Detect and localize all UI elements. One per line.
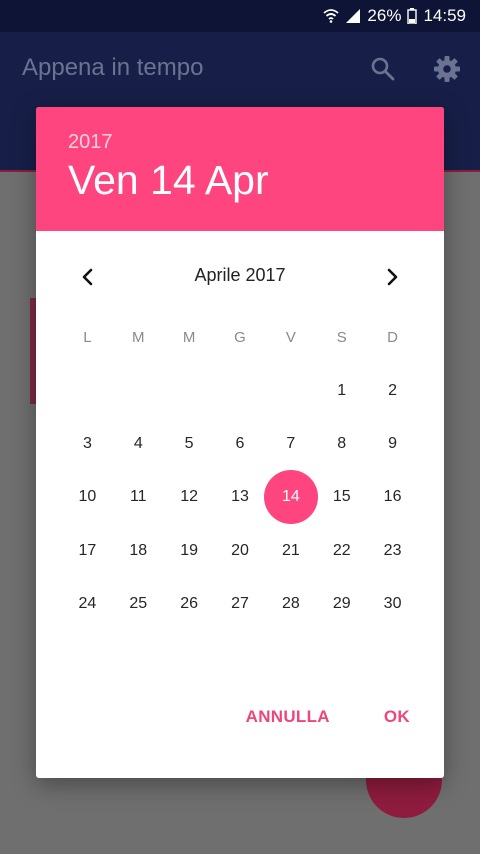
day-number: 22 <box>332 541 351 559</box>
status-bar: 26% 14:59 <box>0 0 480 32</box>
day-number: 5 <box>184 435 194 453</box>
day-number: 8 <box>337 435 347 453</box>
day-cell[interactable]: 24 <box>62 578 113 631</box>
day-blank <box>113 364 164 417</box>
day-cell[interactable]: 12 <box>164 471 215 524</box>
day-cell[interactable]: 1 <box>316 364 367 417</box>
dialog-actions: ANNULLA OK <box>246 707 410 727</box>
weekday-label: S <box>336 328 347 346</box>
month-navigation: Aprile 2017 <box>36 255 444 299</box>
day-number: 23 <box>383 541 402 559</box>
day-cell-selected[interactable]: 14 <box>265 471 316 524</box>
chevron-right-icon[interactable] <box>372 257 412 297</box>
weekday-label: D <box>387 328 398 346</box>
day-cell[interactable]: 9 <box>367 417 418 470</box>
header-year[interactable]: 2017 <box>68 131 113 154</box>
wifi-icon <box>323 8 340 24</box>
day-number: 16 <box>383 488 402 506</box>
ok-button[interactable]: OK <box>384 707 410 727</box>
day-number: 15 <box>332 488 351 506</box>
day-cell[interactable]: 15 <box>316 471 367 524</box>
day-cell[interactable]: 19 <box>164 524 215 577</box>
header-selected-date[interactable]: Ven 14 Apr <box>68 157 269 204</box>
day-number: 19 <box>180 541 199 559</box>
day-cell[interactable]: 4 <box>113 417 164 470</box>
weekday-label: L <box>83 328 92 346</box>
day-number: 11 <box>129 488 147 506</box>
day-number: 7 <box>286 435 296 453</box>
day-blank <box>164 364 215 417</box>
day-number: 28 <box>281 595 300 613</box>
clock: 14:59 <box>423 6 466 25</box>
day-cell[interactable]: 21 <box>265 524 316 577</box>
day-blank <box>215 364 266 417</box>
day-cell[interactable]: 11 <box>113 471 164 524</box>
battery-icon <box>407 8 418 24</box>
day-number: 27 <box>231 595 249 613</box>
day-number: 24 <box>78 595 97 613</box>
day-number: 18 <box>129 541 148 559</box>
day-cell[interactable]: 25 <box>113 578 164 631</box>
search-icon[interactable] <box>366 52 400 86</box>
day-number: 10 <box>78 488 97 506</box>
day-cell[interactable]: 17 <box>62 524 113 577</box>
day-cell[interactable]: 6 <box>215 417 266 470</box>
day-cell[interactable]: 16 <box>367 471 418 524</box>
day-number: 14 <box>281 488 300 506</box>
day-cell[interactable]: 26 <box>164 578 215 631</box>
day-cell[interactable]: 18 <box>113 524 164 577</box>
day-cell[interactable]: 5 <box>164 417 215 470</box>
day-cell[interactable]: 10 <box>62 471 113 524</box>
day-number: 26 <box>180 595 199 613</box>
day-number: 13 <box>231 488 249 506</box>
day-number: 1 <box>337 381 347 399</box>
day-cell[interactable]: 3 <box>62 417 113 470</box>
signal-icon <box>345 8 361 24</box>
app-title: Appena in tempo <box>22 54 204 81</box>
day-cell[interactable]: 27 <box>215 578 266 631</box>
day-cell[interactable]: 29 <box>316 578 367 631</box>
day-number: 2 <box>388 381 398 399</box>
day-number: 21 <box>281 541 300 559</box>
day-number: 12 <box>180 488 199 506</box>
date-picker-header: 2017 Ven 14 Apr <box>36 107 444 231</box>
cancel-button[interactable]: ANNULLA <box>246 707 330 727</box>
gear-icon[interactable] <box>430 52 464 86</box>
weekday-label: M <box>182 328 196 346</box>
day-number: 20 <box>231 541 249 559</box>
day-cell[interactable]: 2 <box>367 364 418 417</box>
day-number: 25 <box>129 595 148 613</box>
weekday-label: G <box>234 328 246 346</box>
battery-percent: 26% <box>367 6 402 25</box>
weekday-label: V <box>285 328 296 346</box>
day-cell[interactable]: 22 <box>316 524 367 577</box>
day-cell[interactable]: 28 <box>265 578 316 631</box>
status-indicators: 26% 14:59 <box>323 0 466 32</box>
day-number: 17 <box>78 541 97 559</box>
day-cell[interactable]: 20 <box>215 524 266 577</box>
day-number: 4 <box>133 435 143 453</box>
day-cell[interactable]: 23 <box>367 524 418 577</box>
day-cell[interactable]: 7 <box>265 417 316 470</box>
day-cell[interactable]: 30 <box>367 578 418 631</box>
day-blank <box>62 364 113 417</box>
day-blank <box>265 364 316 417</box>
day-cell[interactable]: 13 <box>215 471 266 524</box>
date-picker-dialog: 2017 Ven 14 Apr Aprile 2017 LMMGVSD12345… <box>36 107 444 778</box>
day-number: 3 <box>82 435 92 453</box>
day-number: 29 <box>332 595 351 613</box>
calendar-grid: L M M G V S D 1 2 3 4 5 6 7 8 9 10 11 12 13 14 15 16 17 18 19 20 21… <box>62 310 418 631</box>
day-number: 6 <box>235 435 245 453</box>
day-number: 30 <box>383 595 402 613</box>
day-cell[interactable]: 8 <box>316 417 367 470</box>
weekday-label: M <box>132 328 145 346</box>
day-number: 9 <box>388 435 398 453</box>
